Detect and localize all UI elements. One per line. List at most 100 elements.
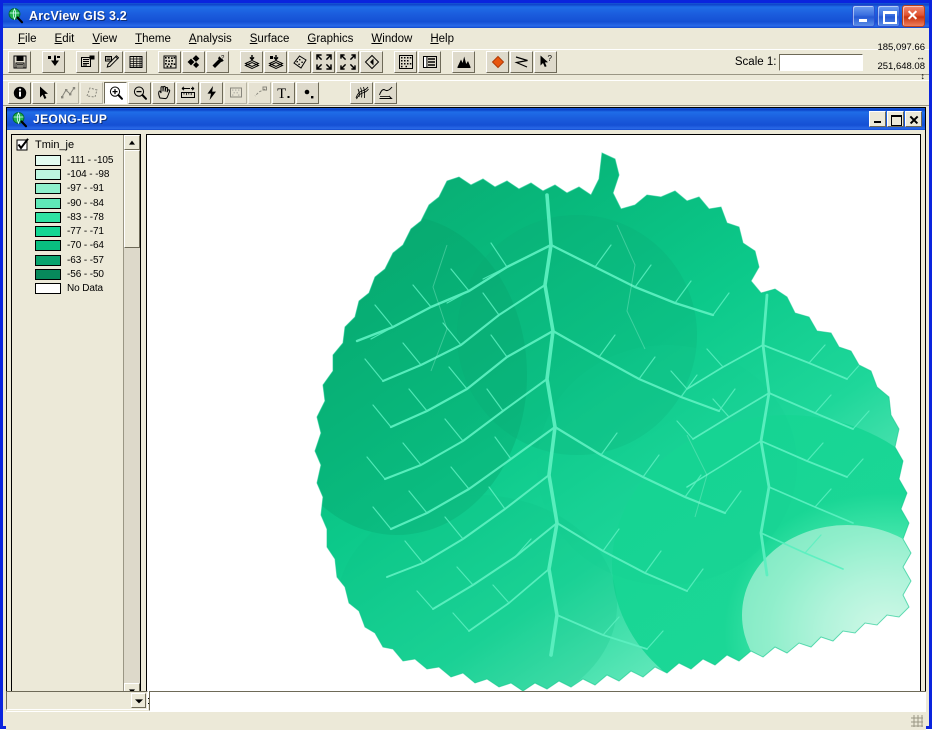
status-bar: [6, 711, 926, 730]
legend-class-label: -83 - -78: [67, 211, 104, 223]
histogram-icon[interactable]: [452, 51, 475, 73]
scale-label: Scale 1:: [734, 56, 777, 68]
main-toolbar: ? ? Scale 1: 185,097.66 ↔ 251,648.08 ↕: [3, 43, 929, 80]
menu-view[interactable]: View: [83, 31, 126, 47]
map-canvas[interactable]: [146, 134, 921, 699]
view-body: Tmin_je -111 - -105 -104 - -98 -97 - -91 -9…: [7, 130, 925, 703]
minimize-button[interactable]: [852, 4, 875, 27]
menu-analysis[interactable]: Analysis: [180, 31, 241, 47]
zoom-to-selected-icon[interactable]: [264, 51, 287, 73]
open-table-icon[interactable]: [124, 51, 147, 73]
scale-units-combo[interactable]: [6, 691, 148, 710]
find-icon[interactable]: [158, 51, 181, 73]
legend-class-row[interactable]: -56 - -50: [35, 267, 123, 281]
arcview-globe-icon: [7, 7, 24, 24]
contour-tool-icon[interactable]: [350, 82, 373, 104]
svg-text:T: T: [277, 86, 286, 101]
legend-class-row[interactable]: -97 - -91: [35, 182, 123, 196]
legend-swatch[interactable]: [35, 183, 61, 195]
polyline-icon[interactable]: [510, 51, 533, 73]
legend-content: Tmin_je -111 - -105 -104 - -98 -97 - -91 -9…: [12, 135, 123, 698]
zoom-to-themes-icon[interactable]: [240, 51, 263, 73]
legend-scroll-thumb[interactable]: [124, 150, 140, 248]
legend-class-row[interactable]: -70 - -64: [35, 239, 123, 253]
legend-swatch[interactable]: [35, 226, 61, 238]
text-tool-icon[interactable]: T: [272, 82, 295, 104]
menu-theme[interactable]: Theme: [126, 31, 180, 47]
window-controls: [852, 4, 929, 27]
callout-icon[interactable]: [248, 82, 271, 104]
area-fill-icon[interactable]: [486, 51, 509, 73]
menu-graphics[interactable]: Graphics: [298, 31, 362, 47]
legend-class-row[interactable]: -111 - -105: [35, 153, 123, 167]
clear-selected-icon[interactable]: [288, 51, 311, 73]
coordinate-readout: 185,097.66 ↔ 251,648.08 ↕: [877, 43, 925, 81]
pan-hand-icon[interactable]: [152, 82, 175, 104]
theme-name: Tmin_je: [35, 139, 75, 151]
zoom-out-icon[interactable]: [128, 82, 151, 104]
menu-surface[interactable]: Surface: [241, 31, 299, 47]
legend-scroll-up-button[interactable]: [124, 135, 140, 150]
legend-swatch[interactable]: [35, 197, 61, 209]
legend-swatch[interactable]: [35, 154, 61, 166]
legend-swatch[interactable]: [35, 269, 61, 281]
view-maximize-button[interactable]: [887, 111, 904, 127]
maximize-button[interactable]: [877, 4, 900, 27]
profile-tool-icon[interactable]: [374, 82, 397, 104]
legend-class-row[interactable]: No Data: [35, 282, 123, 296]
theme-checkbox-icon[interactable]: [16, 138, 29, 152]
zoom-previous-icon[interactable]: [360, 51, 383, 73]
vertex-edit-icon[interactable]: [56, 82, 79, 104]
select-feature-icon[interactable]: [394, 51, 417, 73]
legend-swatch[interactable]: [35, 254, 61, 266]
scale-input[interactable]: [779, 53, 864, 71]
select-shape-icon[interactable]: [80, 82, 103, 104]
menu-window[interactable]: Window: [362, 31, 421, 47]
svg-text:?: ?: [221, 56, 225, 62]
pointer-icon[interactable]: [32, 82, 55, 104]
menu-edit[interactable]: Edit: [46, 31, 84, 47]
theme-properties-icon[interactable]: [76, 51, 99, 73]
chevron-down-icon[interactable]: [131, 693, 146, 708]
legend-class-row[interactable]: -104 - -98: [35, 167, 123, 181]
menu-help[interactable]: Help: [421, 31, 463, 47]
coordinate-y: 251,648.08: [877, 61, 925, 72]
view-window-controls: [869, 111, 925, 127]
identify-icon[interactable]: [8, 82, 31, 104]
legend-class-label: -70 - -64: [67, 240, 104, 252]
zoom-in-icon[interactable]: [104, 82, 127, 104]
legend-swatch[interactable]: [35, 168, 61, 180]
view-window: JEONG-EUP Tmin_je -111 - -105 -104 - -98…: [6, 107, 926, 704]
legend-swatch[interactable]: [35, 283, 61, 295]
legend-panel: Tmin_je -111 - -105 -104 - -98 -97 - -91 -9…: [11, 134, 141, 699]
legend-swatch[interactable]: [35, 240, 61, 252]
legend-class-row[interactable]: -90 - -84: [35, 196, 123, 210]
measure-icon[interactable]: [176, 82, 199, 104]
resize-grip[interactable]: [910, 714, 924, 728]
edit-legend-icon[interactable]: [100, 51, 123, 73]
legend-swatch[interactable]: [35, 211, 61, 223]
map-raster: [314, 152, 912, 692]
close-button[interactable]: [902, 4, 925, 27]
legend-scrollbar[interactable]: [123, 135, 140, 698]
legend-class-row[interactable]: -63 - -57: [35, 253, 123, 267]
legend-class-label: -90 - -84: [67, 197, 104, 209]
save-project-icon[interactable]: [8, 51, 31, 73]
legend-scroll-track[interactable]: [124, 150, 140, 683]
help-pointer-icon[interactable]: ?: [534, 51, 557, 73]
hot-link-icon[interactable]: [200, 82, 223, 104]
add-theme-icon[interactable]: [42, 51, 65, 73]
zoom-in-fixed-icon[interactable]: [312, 51, 335, 73]
draw-point-icon[interactable]: [296, 82, 319, 104]
locate-address-icon[interactable]: [182, 51, 205, 73]
zoom-out-fixed-icon[interactable]: [336, 51, 359, 73]
menu-file[interactable]: File: [9, 31, 46, 47]
view-close-button[interactable]: [905, 111, 922, 127]
label-area-icon[interactable]: [224, 82, 247, 104]
view-minimize-button[interactable]: [869, 111, 886, 127]
query-builder-icon[interactable]: ?: [206, 51, 229, 73]
legend-theme[interactable]: Tmin_je: [16, 138, 123, 152]
legend-class-row[interactable]: -83 - -78: [35, 210, 123, 224]
legend-class-row[interactable]: -77 - -71: [35, 224, 123, 238]
chart-window-icon[interactable]: [418, 51, 441, 73]
